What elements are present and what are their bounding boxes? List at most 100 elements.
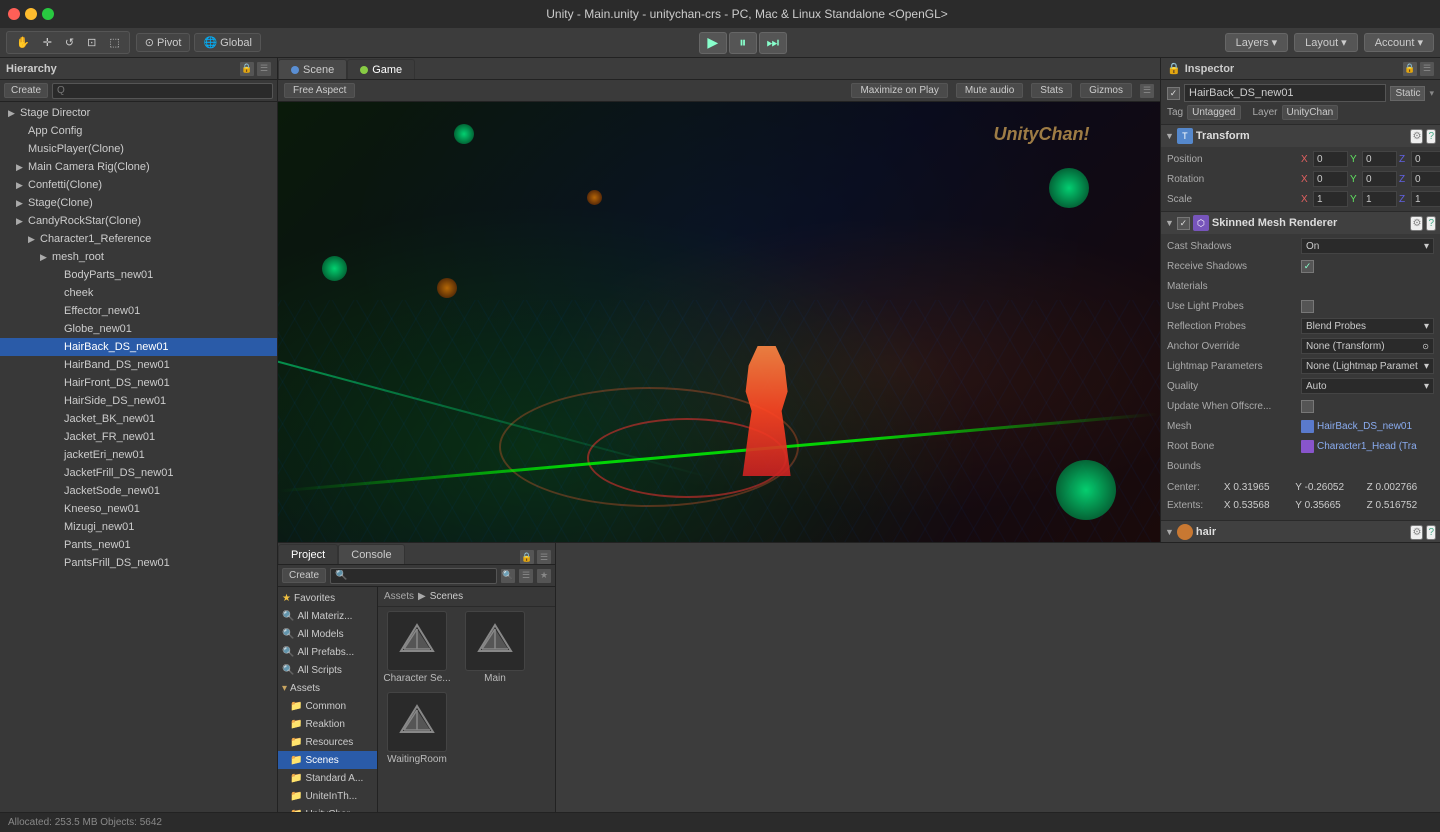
hier-jacket-sode[interactable]: JacketSode_new01: [0, 482, 277, 500]
scale-tool[interactable]: ⊡: [82, 34, 101, 51]
static-badge[interactable]: Static: [1390, 86, 1425, 101]
step-button[interactable]: ⏭: [759, 32, 787, 54]
rot-x-input[interactable]: [1313, 171, 1348, 187]
game-view-menu[interactable]: ☰: [1140, 84, 1154, 98]
scene-asset-main[interactable]: Main: [460, 611, 530, 684]
rotate-tool[interactable]: ↺: [60, 34, 79, 51]
reaktion-item[interactable]: 📁 Reaktion: [278, 715, 377, 733]
hier-candy-rock[interactable]: ▶ CandyRockStar(Clone): [0, 212, 277, 230]
hier-pants[interactable]: Pants_new01: [0, 536, 277, 554]
hier-jacket-bk[interactable]: Jacket_BK_new01: [0, 410, 277, 428]
mute-audio-button[interactable]: Mute audio: [956, 83, 1023, 98]
assets-breadcrumb[interactable]: Assets: [384, 591, 414, 602]
mesh-reference[interactable]: HairBack_DS_new01: [1301, 420, 1412, 433]
scale-x-input[interactable]: [1313, 191, 1348, 207]
skinned-mesh-help[interactable]: ?: [1426, 216, 1436, 231]
skinned-mesh-header[interactable]: ▼ ✓ ⬡ Skinned Mesh Renderer ⚙ ?: [1161, 212, 1440, 234]
hier-globe[interactable]: Globe_new01: [0, 320, 277, 338]
layout-dropdown[interactable]: Layout ▾: [1294, 33, 1358, 52]
tag-dropdown[interactable]: Untagged: [1187, 105, 1240, 120]
maximize-button[interactable]: [42, 8, 54, 20]
reflection-probes-dropdown[interactable]: Blend Probes ▾: [1301, 318, 1434, 334]
all-scripts-item[interactable]: 🔍 All Scripts: [278, 661, 377, 679]
rect-tool[interactable]: ⬚: [104, 34, 124, 51]
hier-kneeso[interactable]: Kneeso_new01: [0, 500, 277, 518]
pos-y-input[interactable]: [1362, 151, 1397, 167]
all-models-item[interactable]: 🔍 All Models: [278, 625, 377, 643]
scene-asset-char[interactable]: Character Se...: [382, 611, 452, 684]
common-item[interactable]: 📁 Common: [278, 697, 377, 715]
hier-confetti[interactable]: ▶ Confetti(Clone): [0, 176, 277, 194]
rot-y-input[interactable]: [1362, 171, 1397, 187]
scene-tab[interactable]: Scene: [278, 59, 347, 79]
layer-dropdown[interactable]: UnityChan: [1282, 105, 1339, 120]
resources-item[interactable]: 📁 Resources: [278, 733, 377, 751]
pause-button[interactable]: ⏸: [729, 32, 757, 54]
free-aspect-button[interactable]: Free Aspect: [284, 83, 355, 98]
cast-shadows-dropdown[interactable]: On ▾: [1301, 238, 1434, 254]
update-offscreen-checkbox[interactable]: [1301, 400, 1314, 413]
maximize-on-play-button[interactable]: Maximize on Play: [851, 83, 947, 98]
quality-dropdown[interactable]: Auto ▾: [1301, 378, 1434, 394]
favorites-header[interactable]: ★ Favorites: [278, 589, 377, 607]
hier-mesh-root[interactable]: ▶ mesh_root: [0, 248, 277, 266]
scale-z-input[interactable]: [1411, 191, 1440, 207]
object-active-checkbox[interactable]: ✓: [1167, 87, 1180, 100]
hier-mizugi[interactable]: Mizugi_new01: [0, 518, 277, 536]
lightmap-params-dropdown[interactable]: None (Lightmap Paramet ▾: [1301, 358, 1434, 374]
hair-material-help[interactable]: ?: [1426, 525, 1436, 540]
hier-cheek[interactable]: cheek: [0, 284, 277, 302]
transform-help[interactable]: ?: [1426, 129, 1436, 144]
inspector-menu[interactable]: ☰: [1420, 62, 1434, 76]
receive-shadows-checkbox[interactable]: ✓: [1301, 260, 1314, 273]
project-tab[interactable]: Project: [278, 544, 338, 564]
global-button[interactable]: 🌐 Global: [194, 33, 261, 52]
close-button[interactable]: [8, 8, 20, 20]
static-arrow[interactable]: ▾: [1429, 88, 1434, 99]
project-search-input[interactable]: [330, 568, 497, 584]
standard-a-item[interactable]: 📁 Standard A...: [278, 769, 377, 787]
assets-root-item[interactable]: ▾ Assets: [278, 679, 377, 697]
hier-app-config[interactable]: App Config: [0, 122, 277, 140]
scale-y-input[interactable]: [1362, 191, 1397, 207]
move-tool[interactable]: ✛: [38, 34, 57, 51]
all-prefabs-item[interactable]: 🔍 All Prefabs...: [278, 643, 377, 661]
hair-material-settings[interactable]: ⚙: [1410, 525, 1423, 540]
scenes-breadcrumb[interactable]: Scenes: [430, 591, 463, 602]
hier-body-parts[interactable]: BodyParts_new01: [0, 266, 277, 284]
pos-z-input[interactable]: [1411, 151, 1440, 167]
project-star-btn[interactable]: ★: [537, 569, 551, 583]
transform-settings[interactable]: ⚙: [1410, 129, 1423, 144]
skinned-mesh-settings[interactable]: ⚙: [1410, 216, 1423, 231]
object-name-input[interactable]: [1184, 84, 1386, 102]
hierarchy-menu[interactable]: ☰: [257, 62, 271, 76]
hier-stage-director[interactable]: ▶ Stage Director: [0, 104, 277, 122]
hier-hairback[interactable]: HairBack_DS_new01: [0, 338, 277, 356]
hier-music-player[interactable]: MusicPlayer(Clone): [0, 140, 277, 158]
hier-jacket-fr[interactable]: Jacket_FR_new01: [0, 428, 277, 446]
transform-header[interactable]: ▼ T Transform ⚙ ?: [1161, 125, 1440, 147]
rot-z-input[interactable]: [1411, 171, 1440, 187]
pivot-button[interactable]: ⊙ Pivot: [136, 33, 191, 52]
hand-tool[interactable]: ✋: [11, 34, 35, 51]
unitein-item[interactable]: 📁 UniteInTh...: [278, 787, 377, 805]
layers-dropdown[interactable]: Layers ▾: [1225, 33, 1289, 52]
inspector-lock[interactable]: 🔒: [1403, 62, 1417, 76]
project-search-btn[interactable]: 🔍: [501, 569, 515, 583]
skinned-mesh-active[interactable]: ✓: [1177, 217, 1190, 230]
hierarchy-search-input[interactable]: [52, 83, 273, 99]
hier-jacket-frill[interactable]: JacketFrill_DS_new01: [0, 464, 277, 482]
hier-pants-frill[interactable]: PantsFrill_DS_new01: [0, 554, 277, 572]
stats-button[interactable]: Stats: [1031, 83, 1072, 98]
hier-char1-ref[interactable]: ▶ Character1_Reference: [0, 230, 277, 248]
hier-jacket-eri[interactable]: jacketEri_new01: [0, 446, 277, 464]
gizmos-button[interactable]: Gizmos: [1080, 83, 1132, 98]
root-bone-reference[interactable]: Character1_Head (Tra: [1301, 440, 1417, 453]
project-create-button[interactable]: Create: [282, 568, 326, 583]
minimize-button[interactable]: [25, 8, 37, 20]
console-tab[interactable]: Console: [338, 544, 404, 564]
pos-x-input[interactable]: [1313, 151, 1348, 167]
scene-asset-waiting[interactable]: WaitingRoom: [382, 692, 452, 765]
hier-effector[interactable]: Effector_new01: [0, 302, 277, 320]
hair-material-header[interactable]: ▼ hair ⚙ ?: [1161, 521, 1440, 542]
